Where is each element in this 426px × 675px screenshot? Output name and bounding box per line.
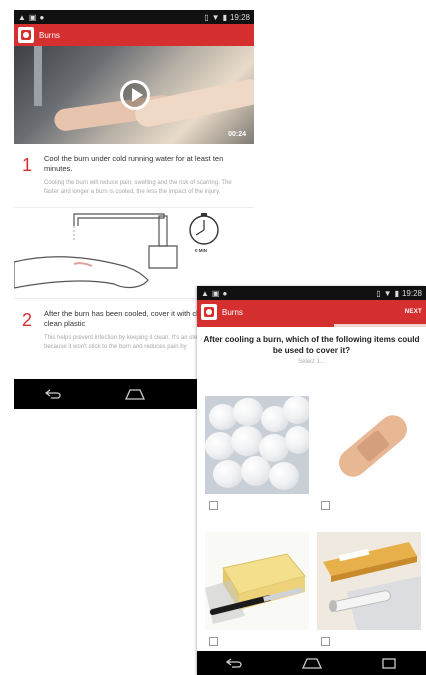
answer-option-plaster[interactable]	[317, 396, 421, 510]
next-button[interactable]: NEXT	[405, 309, 422, 315]
butter-image	[205, 532, 309, 630]
image-notification-icon: ▣	[211, 288, 220, 298]
step-title: Cool the burn under cold running water f…	[44, 154, 224, 174]
answer-option-cling-film[interactable]	[317, 532, 421, 646]
battery-icon: ▮	[222, 12, 227, 22]
answer-checkbox[interactable]	[321, 501, 330, 510]
status-bar: ▲ ▣ ● ▯ ▼ ▮ 19:28	[197, 286, 426, 300]
app-bar: Burns NEXT	[197, 300, 426, 324]
answer-option-butter[interactable]	[205, 532, 309, 646]
timer-label: 0 MIN	[195, 247, 208, 253]
navigation-bar	[197, 651, 426, 675]
plaster-image	[317, 396, 421, 494]
recent-apps-icon[interactable]	[381, 657, 397, 669]
quiz-question: After cooling a burn, which of the follo…	[203, 335, 420, 356]
warning-icon: ▲	[201, 288, 209, 298]
home-icon[interactable]	[124, 388, 146, 400]
answer-checkbox[interactable]	[209, 637, 218, 646]
image-notification-icon: ▣	[28, 12, 37, 22]
back-icon[interactable]	[44, 388, 63, 400]
first-aid-logo-icon[interactable]	[18, 27, 34, 43]
wifi-icon: ▼	[211, 12, 220, 22]
home-icon[interactable]	[301, 657, 323, 669]
android-icon: ●	[39, 12, 45, 22]
status-bar: ▲ ▣ ● ▯ ▼ ▮ 19:28	[14, 10, 254, 24]
cling-film-image	[317, 532, 421, 630]
status-time: 19:28	[401, 288, 422, 298]
app-bar-title: Burns	[222, 307, 243, 317]
warning-icon: ▲	[18, 12, 26, 22]
battery-icon: ▮	[394, 288, 399, 298]
answer-checkbox[interactable]	[209, 501, 218, 510]
answer-option-cotton-wool[interactable]	[205, 396, 309, 510]
android-icon: ●	[222, 288, 228, 298]
status-time: 19:28	[229, 12, 250, 22]
quiz-progress-fill	[197, 324, 335, 327]
video-player[interactable]: 00:24	[14, 46, 254, 144]
first-aid-logo-icon[interactable]	[201, 304, 217, 320]
video-duration: 00:24	[228, 131, 246, 138]
answer-checkbox[interactable]	[321, 637, 330, 646]
play-icon[interactable]	[120, 80, 150, 110]
step-number: 1	[22, 155, 33, 175]
cotton-wool-image	[205, 396, 309, 494]
back-icon[interactable]	[225, 657, 244, 669]
quiz-progress-bar	[197, 324, 426, 327]
phone-screen-burns-quiz: ▲ ▣ ● ▯ ▼ ▮ 19:28 Burns NEXT After cooli…	[197, 286, 426, 675]
tap-graphic	[34, 46, 42, 106]
app-bar-title: Burns	[39, 30, 60, 40]
arm-graphic	[132, 76, 254, 130]
vibrate-icon: ▯	[376, 288, 381, 298]
step-description: Cooling the burn will reduce pain, swell…	[44, 180, 232, 195]
app-bar: Burns	[14, 24, 254, 46]
select-hint: Select 1...	[298, 359, 325, 366]
step-item: 1 Cool the burn under cold running water…	[14, 144, 254, 201]
vibrate-icon: ▯	[204, 12, 209, 22]
step-illustration: 0 MIN	[14, 206, 254, 299]
step-number: 2	[22, 309, 33, 330]
wifi-icon: ▼	[383, 288, 392, 298]
